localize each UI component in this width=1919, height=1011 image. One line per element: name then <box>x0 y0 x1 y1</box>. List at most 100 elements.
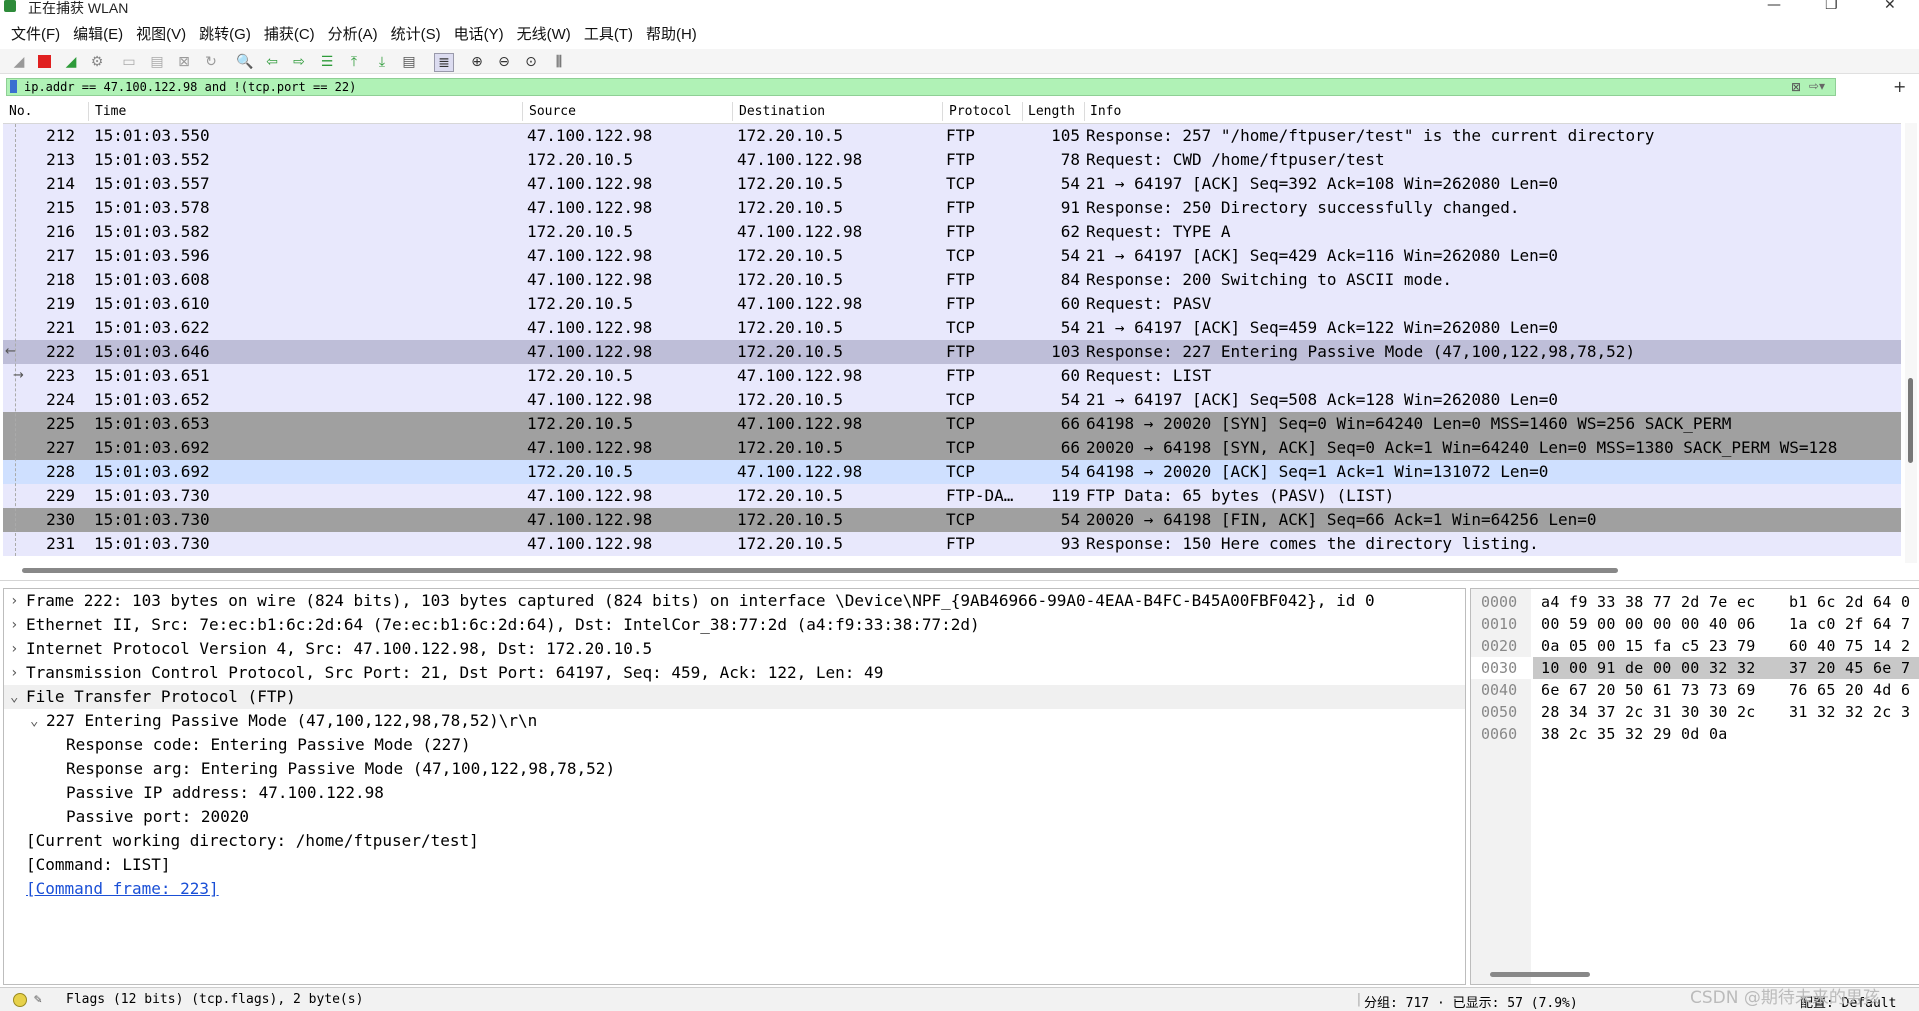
collapse-arrow-icon[interactable]: ⌄ <box>30 709 38 733</box>
menu-item[interactable]: 帮助(H) <box>646 23 697 44</box>
packet-row[interactable]: 213 15:01:03.552 172.20.10.5 47.100.122.98 F… <box>3 148 1901 172</box>
packet-row[interactable]: 229 15:01:03.730 47.100.122.98 172.20.10.5 F… <box>3 484 1901 508</box>
column-no[interactable]: No. <box>9 104 32 119</box>
detail-tree-item[interactable]: Response arg: Entering Passive Mode (47,… <box>4 757 1465 781</box>
column-info[interactable]: Info <box>1090 104 1121 119</box>
add-filter-button[interactable]: + <box>1893 77 1906 96</box>
last-packet-icon[interactable]: ⤓ <box>373 53 391 70</box>
capture-options-icon[interactable]: ⚙ <box>88 53 106 70</box>
detail-tree-item[interactable]: [Command: LIST] <box>4 853 1465 877</box>
menu-item[interactable]: 跳转(G) <box>199 23 251 44</box>
display-filter-input[interactable] <box>24 79 1804 95</box>
close-button[interactable]: ✕ <box>1884 0 1896 13</box>
packet-protocol: FTP <box>946 534 975 553</box>
menu-item[interactable]: 编辑(E) <box>73 23 123 44</box>
column-length[interactable]: Length <box>1028 104 1075 119</box>
expert-info-indicator-icon[interactable] <box>13 993 27 1007</box>
scrollbar-thumb[interactable] <box>1908 378 1913 463</box>
close-file-icon[interactable]: ⊠ <box>175 53 193 70</box>
bytes-row[interactable]: 0000 a4 f9 33 38 77 2d 7e ec b1 6c 2d 64 0 <box>1471 591 1919 613</box>
clear-filter-icon[interactable]: ⊠ <box>1791 80 1801 94</box>
menu-item[interactable]: 电话(Y) <box>454 23 504 44</box>
packet-list-vertical-scrollbar[interactable] <box>1905 123 1917 563</box>
edit-comment-icon[interactable]: ✎ <box>34 992 42 1007</box>
zoom-out-icon[interactable]: ⊖ <box>495 53 513 70</box>
detail-tree-item[interactable]: ⌄ File Transfer Protocol (FTP) <box>4 685 1465 709</box>
detail-tree-item[interactable]: › Transmission Control Protocol, Src Port… <box>4 661 1465 685</box>
find-packet-icon[interactable]: 🔍 <box>236 53 254 70</box>
column-protocol[interactable]: Protocol <box>949 104 1012 119</box>
packet-row[interactable]: 223 15:01:03.651 172.20.10.5 47.100.122.98 F… <box>3 364 1901 388</box>
menu-item[interactable]: 分析(A) <box>328 23 378 44</box>
detail-tree-item[interactable]: [Current working directory: /home/ftpuse… <box>4 829 1465 853</box>
menu-item[interactable]: 视图(V) <box>136 23 186 44</box>
expand-arrow-icon[interactable]: › <box>10 661 18 685</box>
detail-tree-item[interactable]: Passive IP address: 47.100.122.98 <box>4 781 1465 805</box>
column-time[interactable]: Time <box>95 104 126 119</box>
packet-row[interactable]: 228 15:01:03.692 172.20.10.5 47.100.122.98 T… <box>3 460 1901 484</box>
packet-row[interactable]: 224 15:01:03.652 47.100.122.98 172.20.10.5 T… <box>3 388 1901 412</box>
expand-arrow-icon[interactable]: › <box>10 613 18 637</box>
colorize-icon[interactable]: ≣ <box>434 53 454 72</box>
bytes-row[interactable]: 0040 6e 67 20 50 61 73 73 69 76 65 20 4d 6 <box>1471 679 1919 701</box>
bytes-row[interactable]: 0020 0a 05 00 15 fa c5 23 79 60 40 75 14 2 <box>1471 635 1919 657</box>
detail-tree-item[interactable]: ⌄ 227 Entering Passive Mode (47,100,122,9… <box>4 709 1465 733</box>
menu-item[interactable]: 统计(S) <box>391 23 441 44</box>
pane-divider[interactable] <box>0 580 1919 581</box>
packet-row[interactable]: 215 15:01:03.578 47.100.122.98 172.20.10.5 F… <box>3 196 1901 220</box>
packet-row[interactable]: 230 15:01:03.730 47.100.122.98 172.20.10.5 T… <box>3 508 1901 532</box>
expand-arrow-icon[interactable]: › <box>10 589 18 613</box>
packet-row[interactable]: 214 15:01:03.557 47.100.122.98 172.20.10.5 T… <box>3 172 1901 196</box>
detail-tree-item[interactable]: Passive port: 20020 <box>4 805 1465 829</box>
go-forward-icon[interactable]: ⇨ <box>290 53 308 70</box>
detail-tree-item[interactable]: [Command frame: 223] <box>4 877 1465 901</box>
bytes-horizontal-scrollbar[interactable] <box>1490 972 1590 977</box>
first-packet-icon[interactable]: ⤒ <box>345 53 363 70</box>
normal-size-icon[interactable]: ⊙ <box>522 53 540 70</box>
apply-filter-icon[interactable]: ⇨▾ <box>1809 79 1825 93</box>
minimize-button[interactable]: — <box>1767 0 1781 13</box>
bytes-row[interactable]: 0010 00 59 00 00 00 00 40 06 1a c0 2f 64 7 <box>1471 613 1919 635</box>
go-back-icon[interactable]: ⇦ <box>263 53 281 70</box>
resize-columns-icon[interactable]: ⫼ <box>550 53 568 70</box>
packet-list-horizontal-scrollbar[interactable] <box>22 568 1618 573</box>
detail-tree-item[interactable]: › Internet Protocol Version 4, Src: 47.10… <box>4 637 1465 661</box>
open-file-icon[interactable]: ▭ <box>120 53 138 70</box>
menu-item[interactable]: 无线(W) <box>517 23 571 44</box>
bookmark-icon[interactable] <box>10 80 17 93</box>
menu-item[interactable]: 捕获(C) <box>264 23 315 44</box>
maximize-button[interactable]: ❐ <box>1825 0 1838 13</box>
collapse-arrow-icon[interactable]: ⌄ <box>10 685 18 709</box>
packet-row[interactable]: 227 15:01:03.692 47.100.122.98 172.20.10.5 T… <box>3 436 1901 460</box>
detail-tree-item[interactable]: › Ethernet II, Src: 7e:ec:b1:6c:2d:64 (7e… <box>4 613 1465 637</box>
packet-row[interactable]: 221 15:01:03.622 47.100.122.98 172.20.10.5 T… <box>3 316 1901 340</box>
expand-arrow-icon[interactable]: › <box>10 637 18 661</box>
packet-row[interactable]: 216 15:01:03.582 172.20.10.5 47.100.122.98 F… <box>3 220 1901 244</box>
packet-destination: 47.100.122.98 <box>737 222 863 241</box>
packet-row[interactable]: 218 15:01:03.608 47.100.122.98 172.20.10.5 F… <box>3 268 1901 292</box>
shark-fin-start-icon[interactable]: ◢ <box>10 53 28 70</box>
packet-row[interactable]: 219 15:01:03.610 172.20.10.5 47.100.122.98 F… <box>3 292 1901 316</box>
command-frame-link[interactable]: [Command frame: 223] <box>26 877 219 901</box>
menu-item[interactable]: 工具(T) <box>584 23 633 44</box>
save-file-icon[interactable]: ▤ <box>148 53 166 70</box>
go-to-packet-icon[interactable]: ☰ <box>318 53 336 70</box>
packet-row[interactable]: 222 15:01:03.646 47.100.122.98 172.20.10.5 F… <box>3 340 1901 364</box>
menu-item[interactable]: 文件(F) <box>11 23 60 44</box>
bytes-row[interactable]: 0030 10 00 91 de 00 00 32 32 37 20 45 6e 7 <box>1471 657 1919 679</box>
column-destination[interactable]: Destination <box>739 104 825 119</box>
reload-icon[interactable]: ↻ <box>202 53 220 70</box>
restart-capture-icon[interactable]: ◢ <box>62 53 80 70</box>
detail-tree-item[interactable]: Response code: Entering Passive Mode (22… <box>4 733 1465 757</box>
zoom-in-icon[interactable]: ⊕ <box>468 53 486 70</box>
packet-row[interactable]: 231 15:01:03.730 47.100.122.98 172.20.10.5 F… <box>3 532 1901 556</box>
stop-capture-icon[interactable] <box>35 53 53 70</box>
packet-row[interactable]: 212 15:01:03.550 47.100.122.98 172.20.10.5 F… <box>3 124 1901 148</box>
packet-row[interactable]: 217 15:01:03.596 47.100.122.98 172.20.10.5 T… <box>3 244 1901 268</box>
bytes-row[interactable]: 0060 38 2c 35 32 29 0d 0a <box>1471 723 1919 745</box>
autoscroll-icon[interactable]: ▤ <box>400 53 418 70</box>
detail-tree-item[interactable]: › Frame 222: 103 bytes on wire (824 bits)… <box>4 589 1465 613</box>
packet-row[interactable]: 225 15:01:03.653 172.20.10.5 47.100.122.98 T… <box>3 412 1901 436</box>
bytes-row[interactable]: 0050 28 34 37 2c 31 30 30 2c 31 32 32 2c 3 <box>1471 701 1919 723</box>
column-source[interactable]: Source <box>529 104 576 119</box>
